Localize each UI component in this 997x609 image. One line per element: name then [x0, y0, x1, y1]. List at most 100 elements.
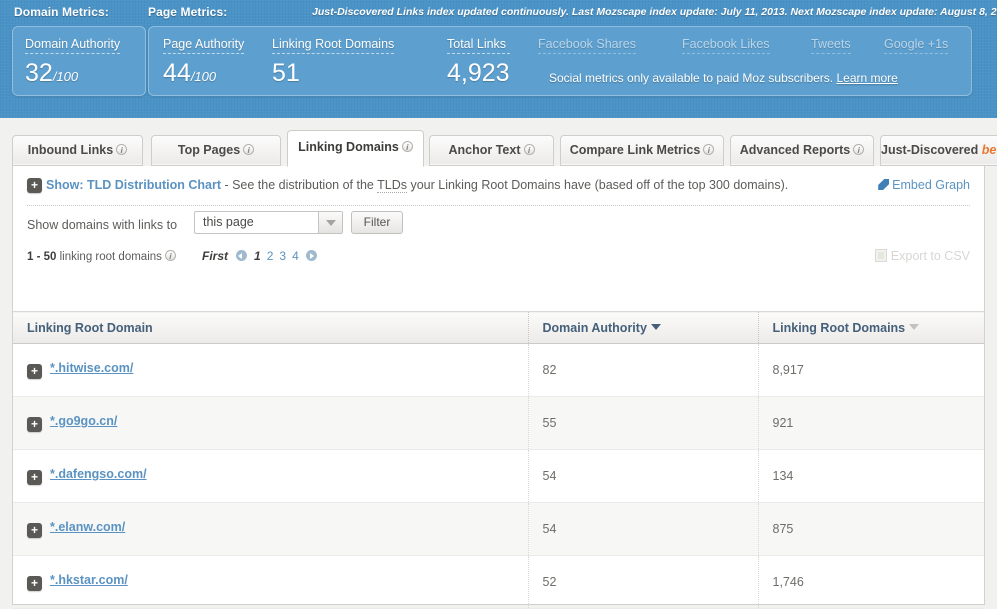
index-update-note: Just-Discovered Links index updated cont… [312, 6, 997, 18]
metric-label: Total Links [447, 37, 510, 54]
page-metrics-heading: Page Metrics: [148, 5, 228, 19]
embed-graph-link[interactable]: Embed Graph [878, 178, 970, 192]
info-icon[interactable]: i [164, 250, 176, 261]
domain-metrics-heading: Domain Metrics: [14, 5, 109, 19]
tab-anchor-text[interactable]: Anchor Text i [429, 135, 554, 166]
content-panel: + Show: TLD Distribution Chart - See the… [12, 166, 985, 609]
metric-label: Domain Authority [25, 37, 121, 54]
tab-label: Compare Link Metrics [569, 143, 701, 157]
domain-link[interactable]: *.hkstar.com/ [50, 573, 128, 587]
domain-link[interactable]: *.elanw.com/ [50, 520, 125, 534]
info-icon[interactable]: i [243, 144, 255, 155]
expand-plus-icon[interactable]: + [27, 178, 42, 193]
export-to-csv-button[interactable]: Export to CSV [874, 249, 970, 263]
table-row: + *.elanw.com/ 54 875 [13, 502, 984, 556]
metric-google-plus-ones[interactable]: Google +1s [884, 37, 949, 54]
column-header-linking-root-domain[interactable]: Linking Root Domain [13, 311, 528, 344]
csv-file-icon [874, 249, 887, 262]
tab-label: Advanced Reports [739, 143, 851, 157]
tab-bar: Inbound Links i Top Pages i Linking Domain… [12, 130, 997, 167]
info-icon[interactable]: i [116, 144, 128, 155]
metric-total-links[interactable]: Total Links 4,923 [447, 37, 510, 86]
cell-linking-root-domains: 921 [757, 396, 984, 450]
cell-linking-root-domains: 875 [757, 502, 984, 556]
metric-label: Tweets [811, 37, 851, 54]
info-icon[interactable]: i [523, 144, 535, 155]
expand-plus-icon[interactable]: + [27, 523, 42, 538]
chevron-down-icon[interactable] [318, 212, 342, 233]
domain-link[interactable]: *.go9go.cn/ [50, 414, 117, 428]
metric-tweets[interactable]: Tweets [811, 37, 851, 54]
table-row: + *.hitwise.com/ 82 8,917 [13, 343, 984, 397]
column-label: Linking Root Domain [27, 320, 153, 335]
chevron-right-icon[interactable] [305, 250, 317, 261]
link-scope-select[interactable]: this page [194, 211, 343, 234]
social-metrics-note: Social metrics only available to paid Mo… [549, 71, 898, 85]
cell-linking-root-domains: 1,746 [757, 555, 984, 609]
cell-domain-authority: 82 [527, 343, 758, 397]
tld-notice-text: Show: TLD Distribution Chart - See the d… [46, 178, 788, 193]
cell-domain-authority: 54 [527, 502, 758, 556]
show-tld-chart-link[interactable]: Show: TLD Distribution Chart [46, 178, 221, 192]
metric-value: 32/100 [25, 59, 79, 87]
info-icon[interactable]: i [401, 141, 413, 152]
table-header-row: Linking Root Domain Domain Authority Lin… [13, 311, 984, 344]
info-icon[interactable]: i [853, 144, 865, 155]
metric-facebook-shares[interactable]: Facebook Shares [538, 37, 636, 54]
table-row: + *.dafengso.com/ 54 134 [13, 449, 984, 503]
column-header-linking-root-domains[interactable]: Linking Root Domains [757, 311, 984, 344]
chevron-left-icon[interactable] [236, 250, 248, 261]
learn-more-link[interactable]: Learn more [836, 71, 897, 85]
filter-button[interactable]: Filter [351, 211, 403, 234]
pager: First 1 2 3 4 [202, 249, 321, 263]
cell-domain: + *.hkstar.com/ [13, 555, 528, 609]
page-3[interactable]: 3 [279, 249, 286, 263]
tab-compare-link-metrics[interactable]: Compare Link Metrics i [560, 135, 724, 166]
filter-label: Show domains with links to [27, 218, 178, 232]
page-4[interactable]: 4 [292, 249, 299, 263]
tab-label: Inbound Links [27, 143, 114, 157]
tab-label: Anchor Text [448, 143, 521, 157]
embed-arrow-icon [878, 179, 890, 190]
page-metrics-card: Page Authority 44/100 Linking Root Domai… [148, 26, 972, 96]
count-range: 1 - 50 [27, 251, 57, 263]
beta-badge: beta [981, 143, 997, 157]
expand-plus-icon[interactable]: + [27, 364, 42, 379]
tab-linking-domains[interactable]: Linking Domains i [287, 130, 424, 167]
expand-plus-icon[interactable]: + [27, 576, 42, 591]
tab-top-pages[interactable]: Top Pages i [151, 135, 281, 166]
metric-facebook-likes[interactable]: Facebook Likes [682, 37, 770, 54]
cell-domain-authority: 54 [527, 449, 758, 503]
metric-domain-authority[interactable]: Domain Authority 32/100 [25, 37, 121, 87]
tab-label: Just-Discovered [881, 143, 979, 157]
metric-linking-root-domains[interactable]: Linking Root Domains 51 [272, 37, 395, 86]
metric-value: 44/100 [163, 59, 217, 87]
table-row: + *.hkstar.com/ 52 1,746 [13, 555, 984, 609]
info-icon[interactable]: i [703, 144, 715, 155]
tld-abbr: TLDs [377, 178, 407, 193]
tab-advanced-reports[interactable]: Advanced Reports i [730, 135, 874, 166]
social-note-text: Social metrics only available to paid Mo… [549, 71, 834, 85]
sort-descending-icon[interactable] [650, 323, 661, 330]
export-label: Export to CSV [890, 249, 970, 263]
pager-first-label[interactable]: First [202, 249, 228, 263]
domain-link[interactable]: *.dafengso.com/ [50, 467, 147, 481]
column-header-domain-authority[interactable]: Domain Authority [527, 311, 758, 344]
tab-just-discovered[interactable]: Just-Discovered betai [880, 135, 997, 166]
cell-domain: + *.dafengso.com/ [13, 449, 528, 503]
tld-notice-row: + Show: TLD Distribution Chart - See the… [27, 166, 970, 206]
page-2[interactable]: 2 [267, 249, 274, 263]
page-1[interactable]: 1 [254, 249, 261, 263]
expand-plus-icon[interactable]: + [27, 417, 42, 432]
expand-plus-icon[interactable]: + [27, 470, 42, 485]
domain-link[interactable]: *.hitwise.com/ [50, 361, 133, 375]
cell-linking-root-domains: 8,917 [757, 343, 984, 397]
metric-label: Page Authority [163, 37, 245, 54]
sort-descending-icon[interactable] [909, 323, 920, 330]
metric-label: Linking Root Domains [272, 37, 395, 54]
embed-graph-label: Embed Graph [892, 178, 970, 192]
tab-inbound-links[interactable]: Inbound Links i [12, 135, 143, 166]
metric-page-authority[interactable]: Page Authority 44/100 [163, 37, 245, 87]
select-value: this page [203, 215, 254, 229]
cell-domain: + *.go9go.cn/ [13, 396, 528, 450]
